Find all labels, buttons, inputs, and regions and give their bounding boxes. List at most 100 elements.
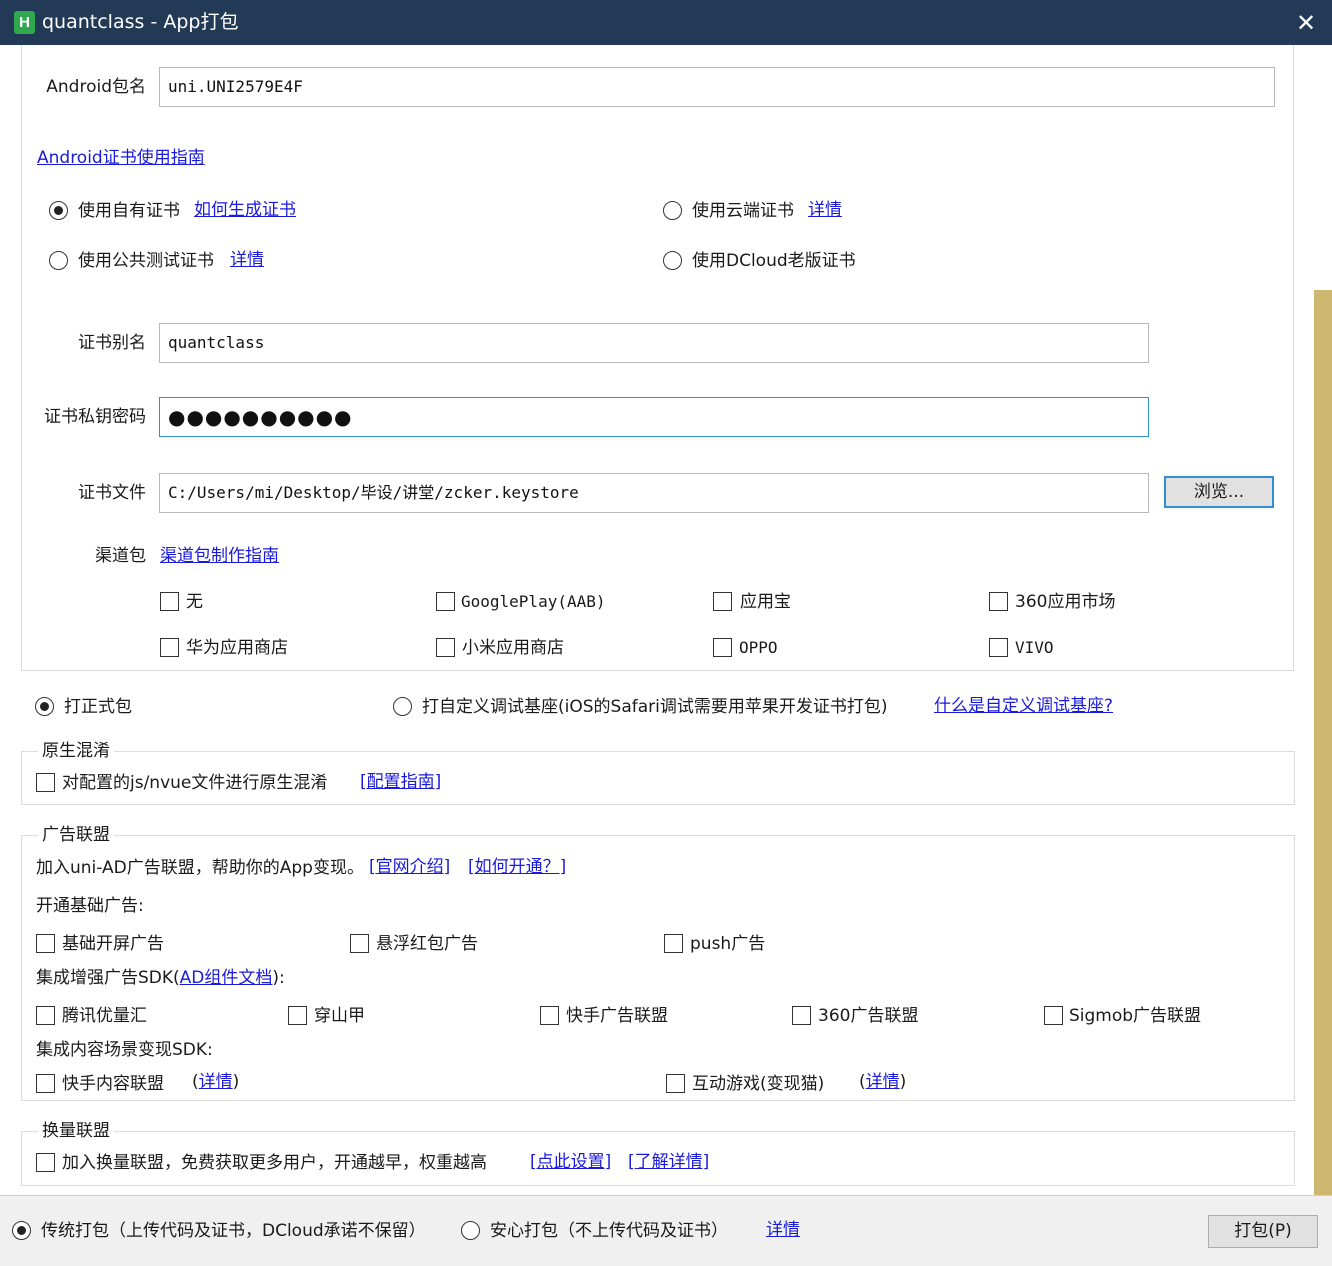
channel-yingyongbao-label: 应用宝	[740, 592, 791, 612]
exchange-details-link[interactable]: [了解详情]	[628, 1151, 709, 1173]
pack-details-link[interactable]: 详情	[766, 1219, 800, 1241]
cert-password-input[interactable]: ●●●●●●●●●●	[159, 397, 1149, 437]
channel-guide-link[interactable]: 渠道包制作指南	[160, 545, 279, 567]
sdk-ads-heading-suffix: ):	[272, 968, 285, 988]
interactive-game-label: 互动游戏(变现猫)	[692, 1074, 825, 1094]
paren-close: )	[899, 1072, 907, 1092]
channel-oppo-label: OPPO	[739, 638, 778, 657]
dcloud-old-cert-radio[interactable]	[663, 251, 682, 270]
channel-huawei-label: 华为应用商店	[186, 638, 288, 658]
channel-xiaomi-label: 小米应用商店	[462, 638, 564, 658]
tencent-ad-label: 腾讯优量汇	[62, 1006, 147, 1026]
cert-file-label: 证书文件	[78, 483, 146, 503]
scrollbar-thumb[interactable]	[1314, 290, 1332, 1195]
ad-component-docs-link[interactable]: AD组件文档	[180, 968, 273, 988]
safe-pack-radio[interactable]	[461, 1221, 480, 1240]
title-bar: H quantclass - App打包 ✕	[0, 0, 1332, 45]
channel-label: 渠道包	[95, 546, 146, 566]
obfuscation-checkbox[interactable]	[36, 773, 55, 792]
release-build-radio[interactable]	[35, 697, 54, 716]
content-ads-heading: 集成内容场景变现SDK:	[36, 1040, 213, 1060]
traditional-pack-label: 传统打包（上传代码及证书，DCloud承诺不保留）	[41, 1221, 426, 1241]
cloud-cert-details-link[interactable]: 详情	[808, 199, 842, 221]
kuaishou-ad-checkbox[interactable]	[540, 1006, 559, 1025]
package-name-label: Android包名	[46, 77, 146, 97]
window-title: quantclass - App打包	[42, 11, 239, 33]
browse-button[interactable]: 浏览...	[1164, 476, 1274, 508]
splash-ad-checkbox[interactable]	[36, 934, 55, 953]
pangle-ad-label: 穿山甲	[314, 1006, 365, 1026]
exchange-checkbox[interactable]	[36, 1153, 55, 1172]
package-name-input[interactable]: uni.UNI2579E4F	[159, 67, 1275, 107]
exchange-settings-link[interactable]: [点此设置]	[530, 1151, 611, 1173]
traditional-pack-radio[interactable]	[12, 1221, 31, 1240]
sigmob-ad-label: Sigmob广告联盟	[1069, 1006, 1202, 1026]
custom-base-label: 打自定义调试基座(iOS的Safari调试需要用苹果开发证书打包)	[422, 697, 888, 717]
sdk-ads-heading: 集成增强广告SDK(AD组件文档):	[36, 967, 285, 989]
kuaishou-content-checkbox[interactable]	[36, 1074, 55, 1093]
channel-vivo-label: VIVO	[1015, 638, 1054, 657]
splash-ad-label: 基础开屏广告	[62, 934, 164, 954]
360-ad-label: 360广告联盟	[818, 1006, 919, 1026]
kuaishou-content-label: 快手内容联盟	[62, 1074, 164, 1094]
obfuscation-guide-link[interactable]: [配置指南]	[360, 771, 441, 793]
kuaishou-content-details: (详情)	[192, 1071, 239, 1093]
exchange-group-title: 换量联盟	[38, 1120, 114, 1142]
channel-360-checkbox[interactable]	[989, 592, 1008, 611]
custom-base-help-link[interactable]: 什么是自定义调试基座?	[934, 695, 1113, 717]
cert-file-input[interactable]: C:/Users/mi/Desktop/毕设/讲堂/zcker.keystore	[159, 473, 1149, 513]
own-cert-radio[interactable]	[49, 201, 68, 220]
public-test-cert-radio[interactable]	[49, 251, 68, 270]
kuaishou-ad-label: 快手广告联盟	[566, 1006, 668, 1026]
safe-pack-label: 安心打包（不上传代码及证书）	[490, 1221, 728, 1241]
public-test-cert-label: 使用公共测试证书	[78, 251, 214, 271]
release-build-label: 打正式包	[64, 697, 132, 717]
cert-password-label: 证书私钥密码	[44, 407, 146, 427]
channel-none-checkbox[interactable]	[160, 592, 179, 611]
redpacket-ad-checkbox[interactable]	[350, 934, 369, 953]
ad-union-group-title: 广告联盟	[38, 824, 114, 846]
obfuscation-label: 对配置的js/nvue文件进行原生混淆	[62, 773, 328, 793]
paren-open: (	[859, 1072, 866, 1092]
redpacket-ad-label: 悬浮红包广告	[376, 934, 478, 954]
pack-button[interactable]: 打包(P)	[1208, 1215, 1318, 1248]
channel-none-label: 无	[186, 592, 203, 612]
channel-yingyongbao-checkbox[interactable]	[713, 592, 732, 611]
kuaishou-content-details-link[interactable]: 详情	[199, 1072, 233, 1092]
interactive-game-checkbox[interactable]	[666, 1074, 685, 1093]
cloud-cert-radio[interactable]	[663, 201, 682, 220]
pangle-ad-checkbox[interactable]	[288, 1006, 307, 1025]
public-test-cert-details-link[interactable]: 详情	[230, 249, 264, 271]
cert-alias-input[interactable]: quantclass	[159, 323, 1149, 363]
channel-oppo-checkbox[interactable]	[713, 638, 732, 657]
how-to-generate-cert-link[interactable]: 如何生成证书	[194, 199, 296, 221]
dcloud-old-cert-label: 使用DCloud老版证书	[692, 251, 856, 271]
custom-base-radio[interactable]	[393, 697, 412, 716]
channel-360-label: 360应用市场	[1015, 592, 1116, 612]
cloud-cert-label: 使用云端证书	[692, 201, 794, 221]
cert-alias-label: 证书别名	[78, 333, 146, 353]
channel-huawei-checkbox[interactable]	[160, 638, 179, 657]
ad-union-how-to-link[interactable]: [如何开通？]	[468, 856, 566, 878]
basic-ads-heading: 开通基础广告:	[36, 896, 144, 916]
360-ad-checkbox[interactable]	[792, 1006, 811, 1025]
tencent-ad-checkbox[interactable]	[36, 1006, 55, 1025]
android-cert-guide-link[interactable]: Android证书使用指南	[37, 147, 205, 169]
ad-union-intro: 加入uni-AD广告联盟，帮助你的App变现。	[36, 858, 364, 878]
obfuscation-group-title: 原生混淆	[38, 740, 114, 762]
channel-googleplay-label: GooglePlay(AAB)	[461, 592, 606, 611]
paren-open: (	[192, 1072, 199, 1092]
sigmob-ad-checkbox[interactable]	[1044, 1006, 1063, 1025]
channel-vivo-checkbox[interactable]	[989, 638, 1008, 657]
exchange-label: 加入换量联盟，免费获取更多用户，开通越早，权重越高	[62, 1153, 487, 1173]
push-ad-checkbox[interactable]	[664, 934, 683, 953]
close-icon[interactable]: ✕	[1290, 8, 1322, 38]
push-ad-label: push广告	[690, 934, 766, 954]
hbuilder-logo-icon: H	[14, 11, 35, 34]
sdk-ads-heading-prefix: 集成增强广告SDK(	[36, 968, 180, 988]
interactive-game-details: (详情)	[859, 1071, 906, 1093]
channel-xiaomi-checkbox[interactable]	[436, 638, 455, 657]
channel-googleplay-checkbox[interactable]	[436, 592, 455, 611]
interactive-game-details-link[interactable]: 详情	[866, 1072, 900, 1092]
ad-union-official-link[interactable]: [官网介绍]	[369, 856, 450, 878]
